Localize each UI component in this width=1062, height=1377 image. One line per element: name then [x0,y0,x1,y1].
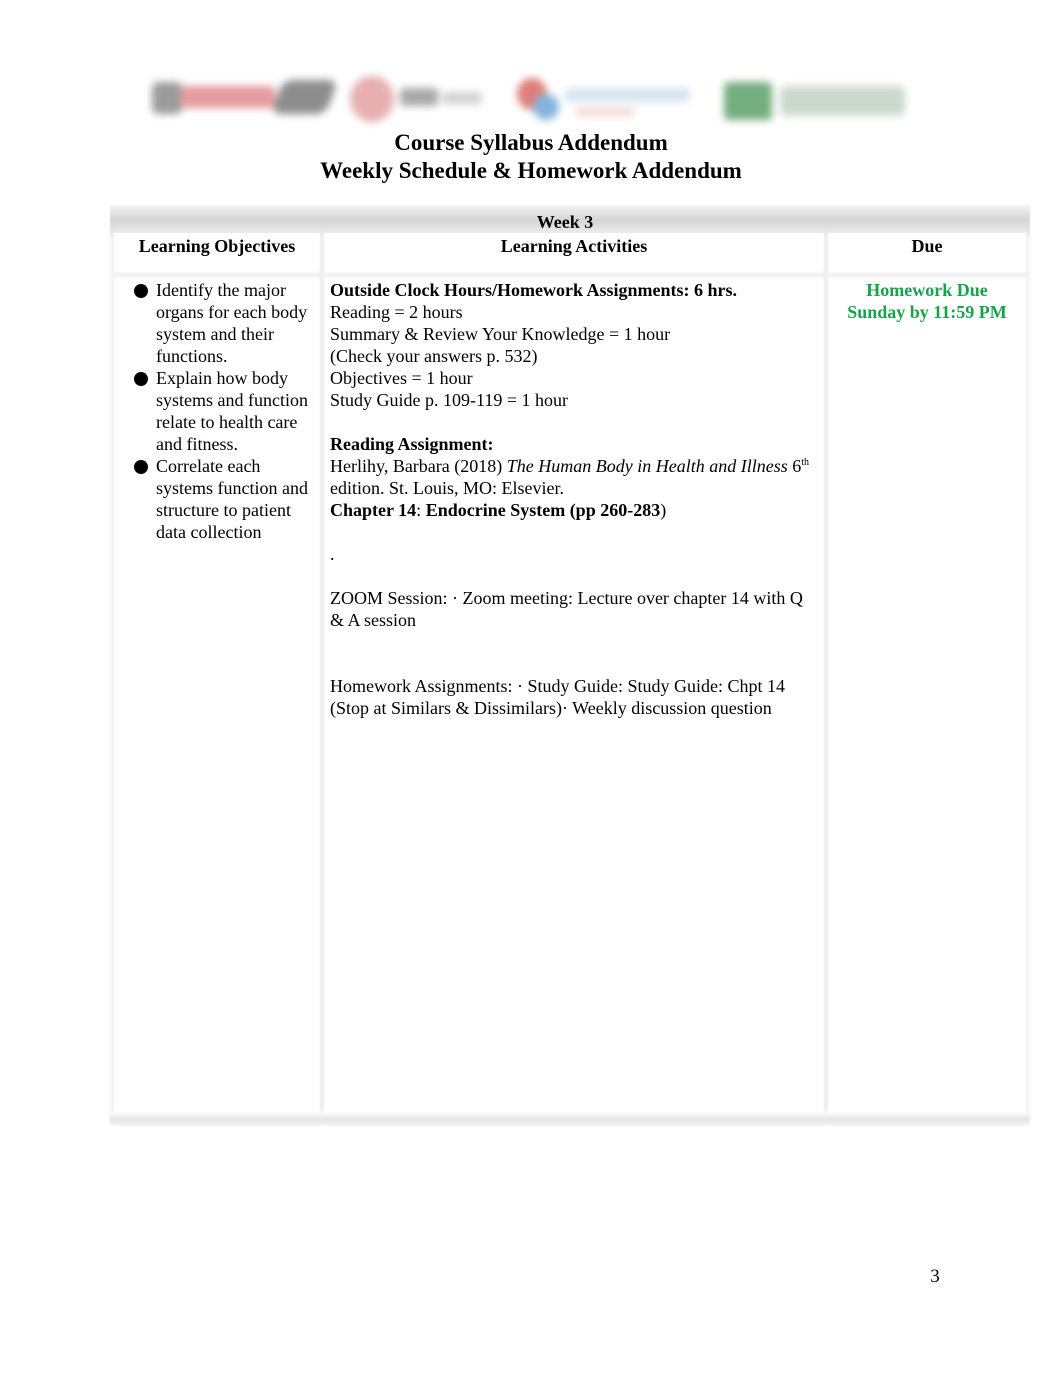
activities-header: Learning Activities [500,236,648,256]
title-line-1: Course Syllabus Addendum [394,130,668,155]
bullet-icon [134,372,148,386]
weekly-schedule-table: Week 3 Learning Objectives Identify the … [110,205,1030,1126]
hours-item: (Check your answers p. 532) [330,346,538,366]
reading-assignment-heading: Reading Assignment: [330,434,494,454]
document-title: Course Syllabus Addendum Weekly Schedule… [0,129,1062,185]
institution-logo-2 [350,74,490,124]
textbook-citation: Herlihy, Barbara (2018) The Human Body i… [330,456,810,498]
bullet-icon [134,460,148,474]
objective-item: Identify the major organs for each body … [132,279,314,367]
textbook-title: The Human Body in Health and Illness [506,456,788,476]
hours-item: Objectives = 1 hour [330,368,473,388]
logo-banner [140,66,920,132]
hours-item: Summary & Review Your Knowledge = 1 hour [330,324,671,344]
institution-logo-1 [152,76,339,120]
due-date: Homework Due Sunday by 11:59 PM [828,279,1026,323]
due-line-2: Sunday by 11:59 PM [847,302,1007,322]
objectives-header: Learning Objectives [138,236,296,256]
week-label: Week 3 [536,212,594,232]
activities-column: Learning Activities Outside Clock Hours/… [324,233,824,1120]
clock-hours-heading: Outside Clock Hours/Homework Assignments… [330,280,738,300]
zoom-session: ZOOM Session: · Zoom meeting: Lecture ov… [330,588,803,630]
objectives-list: Identify the major organs for each body … [114,279,320,543]
institution-logo-3 [515,76,695,124]
objectives-column: Learning Objectives Identify the major o… [114,233,320,1120]
due-column: Due Homework Due Sunday by 11:59 PM [828,233,1026,1120]
objective-item: Correlate each systems function and stru… [132,455,314,543]
document-page: Course Syllabus Addendum Weekly Schedule… [0,0,1062,1377]
chapter-assignment: Chapter 14: Endocrine System (pp 260-283… [330,500,667,520]
stray-dot: . [330,544,335,564]
institution-logo-4 [718,78,908,124]
page-number: 3 [930,1266,940,1287]
hours-item: Study Guide p. 109-119 = 1 hour [330,390,568,410]
objective-item: Explain how body systems and function re… [132,367,314,455]
hours-item: Reading = 2 hours [330,302,463,322]
homework-assignments: Homework Assignments: · Study Guide: Stu… [330,676,786,718]
due-line-1: Homework Due [866,280,988,300]
table-bottom-border [110,1112,1030,1126]
due-header: Due [911,236,943,256]
title-line-2: Weekly Schedule & Homework Addendum [320,158,742,183]
bullet-icon [134,284,148,298]
